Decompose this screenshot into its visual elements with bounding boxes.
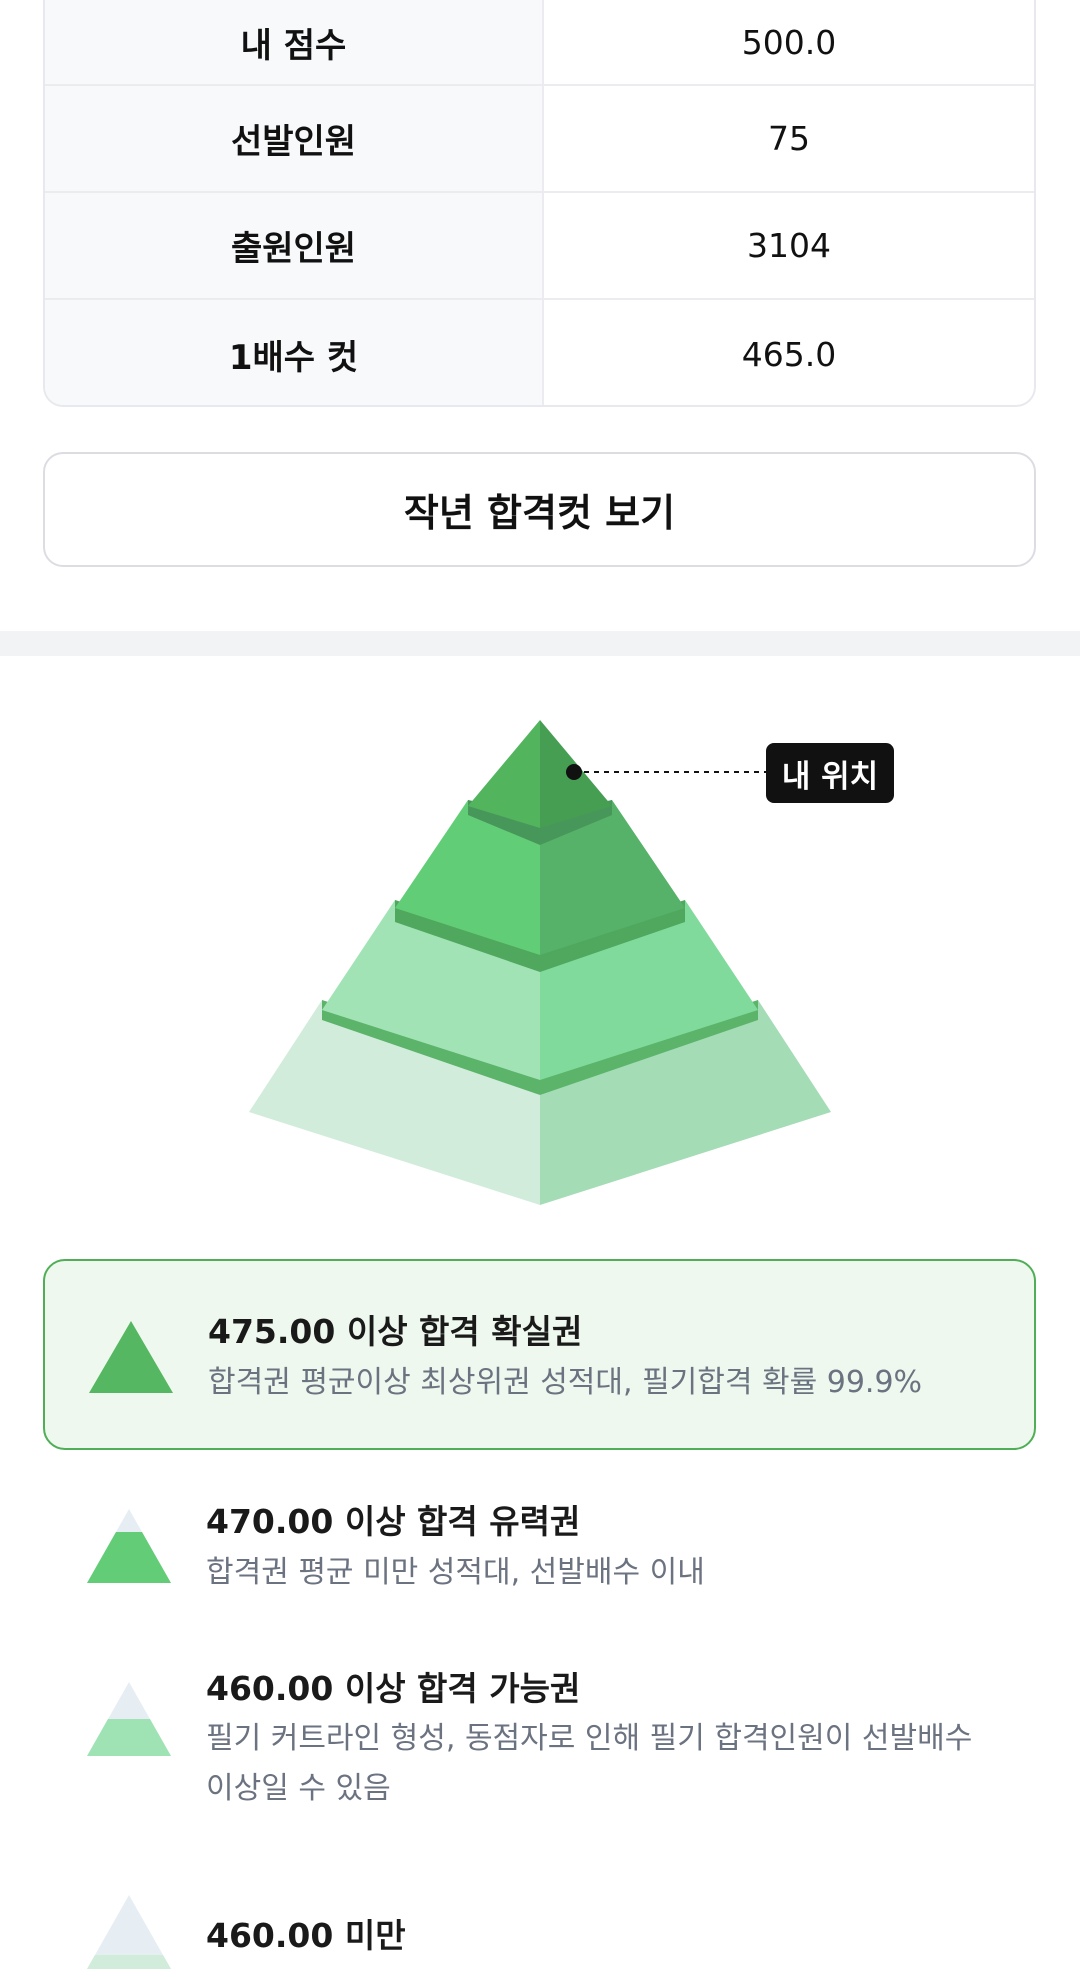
legend-item-certain: 475.00 이상 합격 확실권 합격권 평균이상 최상위권 성적대, 필기합격…: [43, 1259, 1036, 1450]
legend-desc: 합격권 평균이상 최상위권 성적대, 필기합격 확률 99.9%: [208, 1365, 923, 1400]
stats-value-my-score: 500.0: [741, 22, 837, 62]
stats-label-my-score: 내 점수: [45, 0, 544, 84]
legend-desc: 필기 커트라인 형성, 동점자로 인해 필기 합격인원이 선발배수 이상일 수 …: [206, 1721, 973, 1806]
rank-pyramid: [249, 720, 831, 1205]
legend-title: 460.00 미만: [206, 1916, 406, 1955]
legend-title: 470.00 이상 합격 유력권: [206, 1502, 581, 1541]
tier-3-triangle-icon: [87, 1682, 171, 1756]
legend-item-likely: 470.00 이상 합격 유력권 합격권 평균 미만 성적대, 선발배수 이내: [43, 1475, 1036, 1615]
tier-4-triangle-icon: [87, 1895, 171, 1969]
stats-label-cutline: 1배수 컷: [45, 300, 544, 405]
stats-label-applicant-count: 출원인원: [45, 193, 544, 298]
table-row: 출원인원 3104: [45, 193, 1034, 300]
last-year-cutline-button[interactable]: 작년 합격컷 보기: [43, 452, 1036, 567]
my-position-label: 내 위치: [766, 743, 894, 803]
legend-desc: 합격권 평균 미만 성적대, 선발배수 이내: [206, 1555, 705, 1590]
tier-1-triangle-icon: [89, 1321, 173, 1393]
stats-value-cutline: 465.0: [741, 334, 837, 374]
stats-label-selection-count: 선발인원: [45, 86, 544, 191]
stats-value-selection-count: 75: [768, 119, 810, 158]
legend-item-possible: 460.00 이상 합격 가능권 필기 커트라인 형성, 동점자로 인해 필기 …: [43, 1640, 1036, 1820]
table-row: 내 점수 500.0: [45, 0, 1034, 86]
section-divider: [0, 631, 1080, 656]
pyramid-tier-1: [468, 720, 612, 828]
legend-item-below: 460.00 미만: [43, 1885, 1036, 1977]
table-row: 1배수 컷 465.0: [45, 300, 1034, 405]
my-position-dot: [566, 764, 582, 780]
tier-2-triangle-icon: [87, 1509, 171, 1583]
legend-title: 460.00 이상 합격 가능권: [206, 1669, 581, 1708]
score-stats-table: 내 점수 500.0 선발인원 75 출원인원 3104 1배수 컷 465.0: [43, 0, 1036, 407]
table-row: 선발인원 75: [45, 86, 1034, 193]
legend-title: 475.00 이상 합격 확실권: [208, 1312, 583, 1351]
stats-value-applicant-count: 3104: [747, 226, 831, 265]
